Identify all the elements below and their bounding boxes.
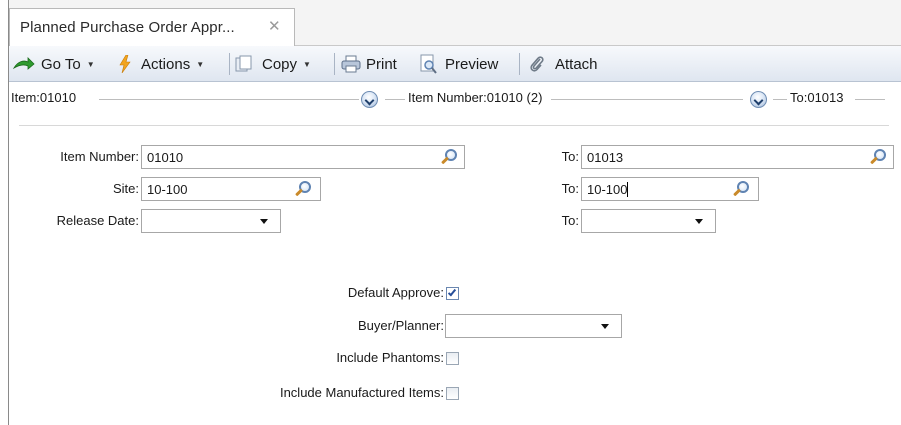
chevron-down-icon: ▼ [86, 59, 95, 69]
preview-button[interactable]: Preview [419, 46, 498, 82]
attach-label: Attach [555, 55, 598, 73]
default-approve-label: Default Approve: [347, 285, 444, 300]
goto-button[interactable]: Go To ▼ [13, 46, 95, 82]
dropdown-arrow-icon[interactable] [260, 219, 268, 224]
preview-label: Preview [445, 55, 499, 73]
nav-divider [855, 99, 885, 100]
magnifier-icon[interactable] [732, 180, 752, 200]
actions-label: Actions [141, 55, 191, 73]
print-label: Print [366, 55, 397, 73]
include-manufactured-checkbox[interactable] [446, 387, 459, 400]
site-to-value: 10-100 [587, 182, 629, 197]
toolbar-separator [229, 53, 230, 75]
nav-divider [551, 99, 743, 100]
green-arrow-icon [13, 57, 35, 70]
chevron-down-circle-icon[interactable] [361, 91, 378, 108]
buyer-planner-select[interactable] [445, 314, 622, 338]
magnifier-icon[interactable] [440, 148, 460, 168]
site-field[interactable]: 10-100 [141, 177, 321, 201]
copy-button[interactable]: Copy ▼ [235, 46, 311, 82]
document-tab-title: Planned Purchase Order Appr... [20, 19, 235, 36]
toolbar: Go To ▼ Actions ▼ Copy ▼ Print Preview A… [9, 46, 901, 82]
nav-divider [99, 99, 359, 100]
item-number-label: Item Number: [60, 149, 139, 164]
nav-divider [773, 99, 787, 100]
item-number-to-label: To: [561, 149, 579, 164]
document-tab[interactable]: Planned Purchase Order Appr... ✕ [9, 8, 295, 46]
buyer-planner-label: Buyer/Planner: [358, 318, 444, 333]
toolbar-separator [334, 53, 335, 75]
lightning-icon [119, 55, 131, 73]
tab-strip: Planned Purchase Order Appr... ✕ [9, 0, 901, 46]
close-icon[interactable]: ✕ [268, 17, 281, 35]
section-divider [19, 125, 889, 126]
item-number-field[interactable]: 01010 [141, 145, 465, 169]
nav-first-label: Item:01010 [11, 90, 81, 105]
release-date-to-label: To: [561, 213, 579, 228]
actions-button[interactable]: Actions ▼ [119, 46, 204, 82]
printer-icon [341, 55, 361, 73]
site-to-label: To: [561, 181, 579, 196]
goto-label: Go To [41, 55, 81, 73]
site-to-field[interactable]: 10-100 [581, 177, 759, 201]
preview-icon [420, 54, 437, 74]
release-date-picker[interactable] [141, 209, 281, 233]
nav-middle-label: Item Number:01010 (2) [408, 90, 547, 105]
print-button[interactable]: Print [341, 46, 397, 82]
include-phantoms-label: Include Phantoms: [336, 350, 444, 365]
paperclip-icon [530, 56, 544, 72]
dropdown-arrow-icon[interactable] [695, 219, 703, 224]
nav-divider [385, 99, 405, 100]
record-navigation: Item:01010 Item Number:01010 (2) To:0101… [9, 82, 901, 122]
chevron-down-icon: ▼ [196, 59, 205, 69]
include-manufactured-label: Include Manufactured Items: [279, 385, 444, 400]
item-number-value: 01010 [147, 150, 184, 165]
check-icon [447, 287, 457, 297]
attach-button[interactable]: Attach [529, 46, 598, 82]
magnifier-icon[interactable] [869, 148, 889, 168]
site-value: 10-100 [147, 182, 188, 197]
dropdown-arrow-icon[interactable] [601, 324, 609, 329]
chevron-down-icon: ▼ [303, 59, 311, 69]
window-frame: Planned Purchase Order Appr... ✕ Go To ▼… [8, 0, 901, 425]
item-number-to-value: 01013 [587, 150, 624, 165]
item-number-to-field[interactable]: 01013 [581, 145, 894, 169]
release-date-label: Release Date: [56, 213, 139, 228]
copy-icon [235, 55, 252, 72]
magnifier-icon[interactable] [294, 180, 314, 200]
nav-last-label: To:01013 [790, 90, 848, 105]
chevron-down-circle-icon[interactable] [750, 91, 767, 108]
release-date-to-picker[interactable] [581, 209, 716, 233]
toolbar-separator [519, 53, 520, 75]
default-approve-checkbox[interactable] [446, 287, 459, 300]
site-label: Site: [112, 181, 139, 196]
include-phantoms-checkbox[interactable] [446, 352, 459, 365]
copy-label: Copy [262, 55, 298, 73]
text-cursor [627, 182, 629, 197]
